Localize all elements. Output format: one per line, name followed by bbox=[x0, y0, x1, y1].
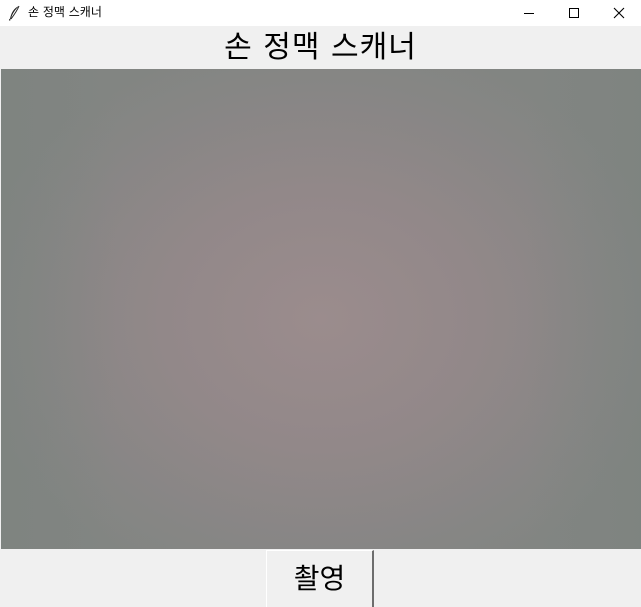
capture-button[interactable]: 촬영 bbox=[266, 550, 374, 607]
maximize-icon bbox=[568, 4, 580, 23]
close-icon bbox=[613, 4, 625, 23]
minimize-button[interactable] bbox=[506, 0, 552, 26]
app-window: 손 정맥 스캐너 손 정맥 스캐너 촬영 bbox=[0, 0, 641, 607]
window-title: 손 정맥 스캐너 bbox=[28, 5, 102, 19]
minimize-icon bbox=[523, 4, 535, 23]
page-title: 손 정맥 스캐너 bbox=[224, 30, 417, 65]
feather-icon bbox=[8, 5, 22, 21]
camera-feed-view bbox=[1, 69, 641, 549]
close-button[interactable] bbox=[596, 0, 641, 26]
title-bar[interactable]: 손 정맥 스캐너 bbox=[0, 0, 641, 26]
maximize-button[interactable] bbox=[551, 0, 597, 26]
